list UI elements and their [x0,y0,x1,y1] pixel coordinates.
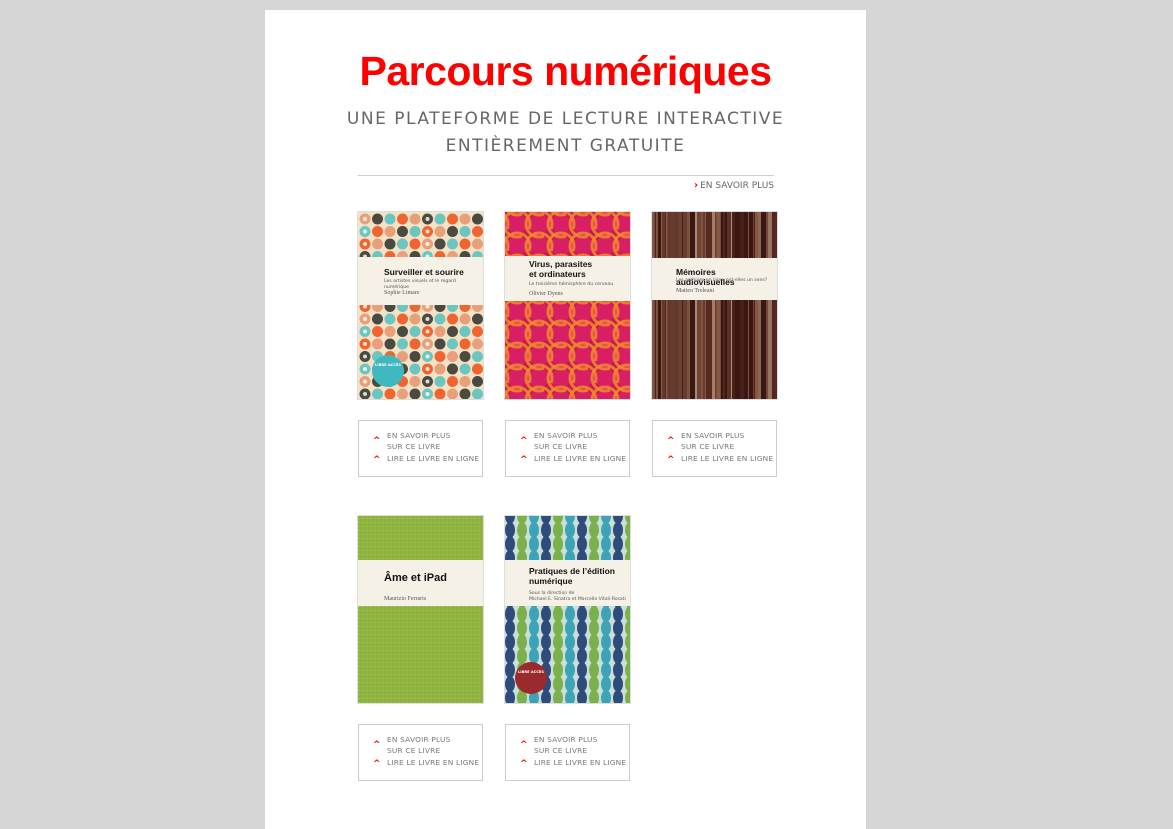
chevron-up-icon: ^ [373,436,381,446]
page-title: Parcours numériques [359,48,772,94]
chevron-up-icon: ^ [520,740,528,750]
page-subtitle: UNE PLATEFORME DE LECTURE INTERACTIVE EN… [265,106,866,160]
page-container: Parcours numériques UNE PLATEFORME DE LE… [265,10,866,829]
chevron-up-icon: ^ [373,740,381,750]
chevron-up-icon: ^ [520,436,528,446]
cover-author: Olivier Dyens [529,291,563,297]
cover-title: Virus, parasites et ordinateurs [529,259,593,279]
cover-pattern-texture [358,516,483,703]
link-label: SUR CE LIVRE [534,746,588,755]
book-links-box: ^ EN SAVOIR PLUS SUR CE LIVRE ^ LIRE LE … [505,724,630,781]
cover-title-band: Virus, parasites et ordinateurs Le trois… [505,256,630,301]
chevron-up-icon: ^ [667,436,675,446]
subtitle-line-1: UNE PLATEFORME DE LECTURE INTERACTIVE [346,109,785,129]
cover-title-band: Âme et iPad Maurizio Ferraris [358,560,483,606]
chevron-up-icon: ^ [520,759,528,769]
more-info-link[interactable]: › EN SAVOIR PLUS [694,180,774,191]
book-cover-virus[interactable]: Virus, parasites et ordinateurs Le trois… [505,212,630,399]
link-label: SUR CE LIVRE [681,442,735,451]
book-links-box: ^ EN SAVOIR PLUS SUR CE LIVRE ^ LIRE LE … [652,420,777,477]
cover-title: Surveiller et sourire [384,267,464,277]
cover-title-band: Surveiller et sourire Les artistes visue… [358,257,483,305]
cover-pattern-lattice [505,212,630,399]
open-access-badge: LIBRE ACCÈS [515,662,547,694]
more-about-book-link[interactable]: ^ EN SAVOIR PLUS SUR CE LIVRE [512,429,627,451]
link-label: EN SAVOIR PLUS [681,431,745,440]
read-online-link[interactable]: ^ LIRE LE LIVRE EN LIGNE [659,454,774,466]
cover-author: Michael E. Sinatra et Marcello Vitali-Ro… [529,597,626,602]
book-cover-pratiques[interactable]: Pratiques de l’édition numérique Sous la… [505,516,630,703]
link-label: LIRE LE LIVRE EN LIGNE [534,454,627,463]
link-label: SUR CE LIVRE [387,746,441,755]
link-label: EN SAVOIR PLUS [534,735,598,744]
book-cover-surveiller[interactable]: Surveiller et sourire Les artistes visue… [358,212,483,399]
chevron-up-icon: ^ [373,759,381,769]
cover-author: Matteo Treleani [676,288,715,294]
link-label: SUR CE LIVRE [534,442,588,451]
more-about-book-link[interactable]: ^ EN SAVOIR PLUS SUR CE LIVRE [365,733,480,755]
cover-subtitle: Les archives en ligne ont-elles un sens? [676,278,768,283]
book-links-box: ^ EN SAVOIR PLUS SUR CE LIVRE ^ LIRE LE … [358,724,483,781]
cover-author: Maurizio Ferraris [384,596,427,602]
link-label: EN SAVOIR PLUS [387,735,451,744]
cover-author: Sophie Limare [384,290,420,296]
subtitle-line-2: ENTIÈREMENT GRATUITE [445,136,686,156]
cover-title: Pratiques de l’édition numérique [529,566,615,586]
link-label: LIRE LE LIVRE EN LIGNE [387,758,480,767]
book-cover-ame-ipad[interactable]: Âme et iPad Maurizio Ferraris [358,516,483,703]
read-online-link[interactable]: ^ LIRE LE LIVRE EN LIGNE [512,454,627,466]
cover-title: Mémoires audiovisuelles [676,267,735,287]
more-about-book-link[interactable]: ^ EN SAVOIR PLUS SUR CE LIVRE [659,429,774,451]
chevron-up-icon: ^ [373,455,381,465]
cover-subtitle: Le troisième hémisphère du cerveau [529,282,614,287]
chevron-up-icon: ^ [520,455,528,465]
book-links-box: ^ EN SAVOIR PLUS SUR CE LIVRE ^ LIRE LE … [505,420,630,477]
cover-title-band: Mémoires audiovisuelles Les archives en … [652,258,777,300]
link-label: EN SAVOIR PLUS [387,431,451,440]
open-access-badge: LIBRE ACCÈS [372,355,404,387]
chevron-right-icon: › [693,180,699,191]
book-links-box: ^ EN SAVOIR PLUS SUR CE LIVRE ^ LIRE LE … [358,420,483,477]
link-label: EN SAVOIR PLUS [534,431,598,440]
link-label: LIRE LE LIVRE EN LIGNE [681,454,774,463]
link-label: LIRE LE LIVRE EN LIGNE [534,758,627,767]
link-label: LIRE LE LIVRE EN LIGNE [387,454,480,463]
book-cover-memoires[interactable]: Mémoires audiovisuelles Les archives en … [652,212,777,399]
cover-title-band: Pratiques de l’édition numérique Sous la… [505,560,630,606]
read-online-link[interactable]: ^ LIRE LE LIVRE EN LIGNE [365,758,480,770]
divider [358,175,774,176]
link-label: SUR CE LIVRE [387,442,441,451]
chevron-up-icon: ^ [667,455,675,465]
more-about-book-link[interactable]: ^ EN SAVOIR PLUS SUR CE LIVRE [512,733,627,755]
cover-pattern-stripes [652,212,777,399]
cover-title: Âme et iPad [384,572,447,584]
read-online-link[interactable]: ^ LIRE LE LIVRE EN LIGNE [512,758,627,770]
read-online-link[interactable]: ^ LIRE LE LIVRE EN LIGNE [365,454,480,466]
more-info-label: EN SAVOIR PLUS [700,181,774,191]
more-about-book-link[interactable]: ^ EN SAVOIR PLUS SUR CE LIVRE [365,429,480,451]
